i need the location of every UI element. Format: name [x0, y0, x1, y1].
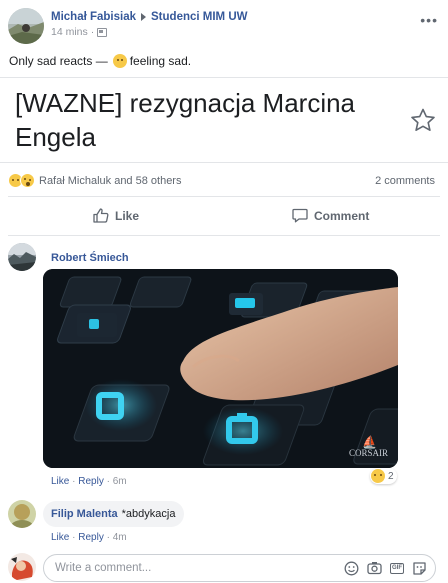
post-author-name[interactable]: Michał Fabisiak [51, 11, 136, 23]
comment-like-link[interactable]: Like [51, 476, 69, 487]
status-text: Only sad reacts — [9, 54, 108, 68]
emoji-icon[interactable] [344, 561, 359, 576]
gif-icon[interactable]: GIF [390, 562, 404, 574]
comment-reply-link[interactable]: Reply [78, 476, 104, 487]
gif-label: GIF [390, 562, 404, 574]
commenter-avatar[interactable] [8, 500, 36, 528]
group-name[interactable]: Studenci MIM UW [151, 11, 247, 23]
meta-separator: · [72, 476, 76, 487]
divider [8, 196, 440, 197]
arrow-right-icon [141, 13, 147, 21]
post-time[interactable]: 14 mins [51, 26, 88, 38]
comment-input-placeholder: Write a comment... [55, 562, 152, 574]
comment-text: *abdykacja [121, 508, 176, 520]
star-icon[interactable] [410, 108, 436, 137]
comment-time[interactable]: 4m [113, 532, 127, 543]
link-preview-title[interactable]: [WAZNE] rezygnacja Marcina Engela [15, 86, 395, 154]
camera-icon[interactable] [367, 561, 382, 575]
comment-time[interactable]: 6m [113, 476, 127, 487]
comments-count[interactable]: 2 comments [375, 175, 435, 187]
like-button[interactable]: Like [93, 208, 139, 223]
meta-separator: · [106, 532, 110, 543]
reactions-text[interactable]: Rafał Michaluk and 58 others [39, 175, 181, 187]
comment-gif[interactable]: ⛵ CORSAIR [43, 269, 398, 468]
more-options-icon[interactable]: ••• [420, 12, 438, 28]
meta-separator: · [72, 532, 76, 543]
sad-reaction-icon [371, 469, 385, 483]
comment-reactions[interactable]: 2 [370, 468, 397, 484]
wow-reaction-icon [20, 173, 35, 188]
audience-icon[interactable] [97, 27, 108, 37]
comment-author[interactable]: Robert Śmiech [51, 252, 129, 264]
comment-label: Comment [314, 208, 370, 223]
brand-text: CORSAIR [348, 448, 388, 458]
corsair-logo: ⛵ CORSAIR [348, 435, 388, 458]
comment-reply-link[interactable]: Reply [78, 532, 104, 543]
my-avatar[interactable] [8, 553, 36, 581]
commenter-avatar[interactable] [8, 243, 36, 271]
reactions-summary[interactable]: Rafał Michaluk and 58 others [8, 173, 181, 188]
feeling-text[interactable]: feeling sad. [130, 54, 191, 68]
author-avatar[interactable] [8, 8, 44, 44]
comment-meta: Like · Reply · 4m [51, 532, 127, 543]
post-header: Michał Fabisiak Studenci MIM UW 14 mins … [8, 8, 247, 44]
comment-input[interactable]: Write a comment... GIF [43, 554, 436, 582]
comment-author[interactable]: Filip Malenta [51, 508, 118, 520]
comment-reaction-count: 2 [388, 470, 394, 482]
comment-button[interactable]: Comment [292, 208, 369, 223]
thumbs-up-icon [93, 208, 109, 223]
comment-bubble: Filip Malenta *abdykacja [43, 501, 185, 527]
comment-meta: Like · Reply · 6m [51, 476, 127, 487]
divider [0, 77, 448, 78]
divider [8, 235, 440, 236]
comment-like-link[interactable]: Like [51, 532, 69, 543]
comment-icon [292, 208, 308, 223]
meta-separator: · [90, 26, 95, 38]
meta-separator: · [106, 476, 110, 487]
sticker-icon[interactable] [412, 561, 427, 576]
post-status: Only sad reacts — feeling sad. [9, 54, 191, 68]
sad-emoji-icon [112, 54, 127, 68]
divider [0, 162, 448, 163]
like-label: Like [115, 208, 140, 223]
